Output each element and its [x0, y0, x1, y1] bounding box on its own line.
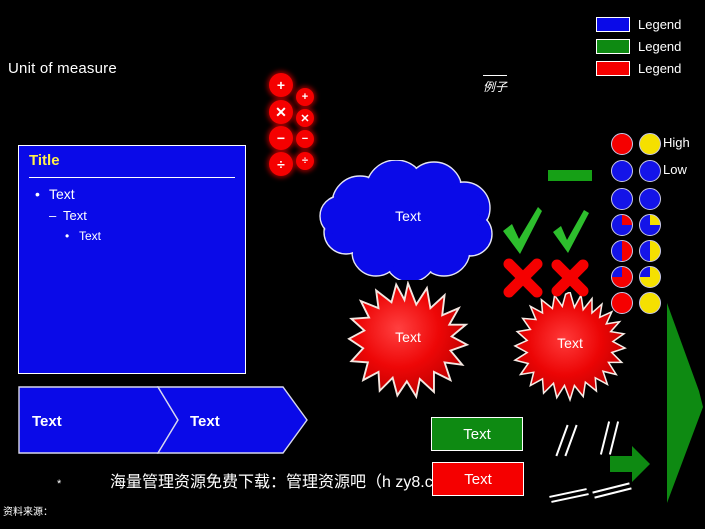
plus-large-icon[interactable]: + — [269, 73, 293, 97]
harvey-ball-scale: High Low — [605, 130, 705, 314]
green-callout-label: Text — [463, 425, 491, 443]
legend-label: Legend — [638, 61, 682, 76]
starburst-2-label: Text — [557, 335, 583, 351]
divide-small-icon[interactable]: ÷ — [296, 152, 314, 170]
harvey-ball-red-25[interactable] — [611, 214, 633, 236]
operator-glyph: ✕ — [275, 103, 287, 120]
harvey-ball-low-blue-b[interactable] — [639, 160, 661, 182]
harvey-ball-red-50[interactable] — [611, 240, 633, 262]
chevron-segment-2-label: Text — [190, 413, 220, 430]
arrow-right-large-icon[interactable] — [663, 303, 705, 503]
content-box-title: Title — [29, 152, 60, 169]
harvey-ball-yellow-50[interactable] — [639, 240, 661, 262]
green-dash-icon — [548, 170, 592, 181]
harvey-low-label: Low — [663, 162, 687, 177]
minus-small-icon[interactable]: − — [296, 130, 314, 148]
operator-glyph: ÷ — [301, 155, 309, 167]
chevron-segment-2[interactable] — [156, 386, 308, 454]
source-label: 资料来源： — [3, 507, 53, 518]
legend-swatch-red — [596, 61, 630, 76]
footnote-asterisk: * — [57, 478, 62, 490]
times-small-icon[interactable]: ✕ — [296, 109, 314, 127]
bullet-level-3: • Text — [65, 229, 101, 243]
chevron-process-bar[interactable]: Text Text — [18, 386, 308, 454]
harvey-ball-red-0[interactable] — [611, 188, 633, 210]
slide-canvas: Unit of measure 例子 Title • Text – Text • Te… — [0, 0, 705, 529]
starburst-1-label: Text — [395, 329, 421, 345]
harvey-ball-yellow-25[interactable] — [639, 214, 661, 236]
legend-item-3[interactable]: Legend — [596, 60, 700, 77]
legend-swatch-blue — [596, 17, 630, 32]
harvey-ball-yellow-100[interactable] — [639, 292, 661, 314]
harvey-ball-high-red[interactable] — [611, 133, 633, 155]
operator-glyph: − — [276, 130, 286, 146]
cloud-shape[interactable]: Text — [318, 159, 498, 283]
harvey-high-label: High — [663, 135, 690, 150]
harvey-ball-yellow-75[interactable] — [639, 266, 661, 288]
divide-large-icon[interactable]: ÷ — [269, 152, 293, 176]
cloud-label: Text — [395, 208, 421, 224]
operator-glyph: − — [301, 133, 309, 145]
operator-glyph: ✕ — [300, 112, 310, 125]
checkmark-small-icon[interactable] — [551, 208, 591, 256]
unit-of-measure-label: Unit of measure — [8, 60, 117, 77]
legend: Legend Legend Legend — [596, 16, 700, 82]
title-divider — [29, 177, 235, 178]
legend-item-2[interactable]: Legend — [596, 38, 700, 55]
cross-small-icon[interactable] — [548, 256, 592, 300]
operator-glyph: ÷ — [277, 156, 285, 172]
green-callout-box[interactable]: Text — [431, 417, 523, 451]
bullet-marker: • — [35, 186, 40, 202]
watermark-text: 海量管理资源免费下载：管理资源吧（h zy8.com） — [110, 474, 471, 491]
harvey-ball-high-yellow[interactable] — [639, 133, 661, 155]
legend-swatch-green — [596, 39, 630, 54]
legend-label: Legend — [638, 39, 682, 54]
bullet-text: Text — [79, 229, 102, 243]
bullet-marker: – — [49, 208, 57, 223]
minus-large-icon[interactable]: − — [269, 126, 293, 150]
cross-large-icon[interactable] — [501, 256, 545, 300]
legend-item-1[interactable]: Legend — [596, 16, 700, 33]
example-label: 例子 — [483, 75, 508, 95]
harvey-ball-red-100[interactable] — [611, 292, 633, 314]
content-box[interactable]: Title • Text – Text • Text — [18, 145, 246, 374]
operator-glyph: + — [301, 91, 309, 103]
starburst-shape-1[interactable]: Text — [328, 280, 488, 400]
harvey-ball-red-75[interactable] — [611, 266, 633, 288]
arrow-right-small-icon[interactable] — [608, 444, 652, 484]
legend-label: Legend — [638, 17, 682, 32]
times-large-icon[interactable]: ✕ — [269, 100, 293, 124]
operator-glyph: + — [276, 77, 286, 93]
harvey-ball-low-blue-a[interactable] — [611, 160, 633, 182]
checkmark-large-icon[interactable] — [500, 205, 544, 257]
red-callout-label: Text — [464, 470, 492, 488]
bullet-level-1: • Text — [35, 186, 75, 202]
bullet-marker: • — [65, 229, 70, 243]
bullet-text: Text — [63, 208, 87, 223]
plus-small-icon[interactable]: + — [296, 88, 314, 106]
bullet-text: Text — [49, 186, 75, 202]
harvey-ball-yellow-0[interactable] — [639, 188, 661, 210]
chevron-segment-1-label: Text — [32, 413, 62, 430]
red-callout-box[interactable]: Text — [432, 462, 524, 496]
bullet-level-2: – Text — [49, 208, 87, 223]
